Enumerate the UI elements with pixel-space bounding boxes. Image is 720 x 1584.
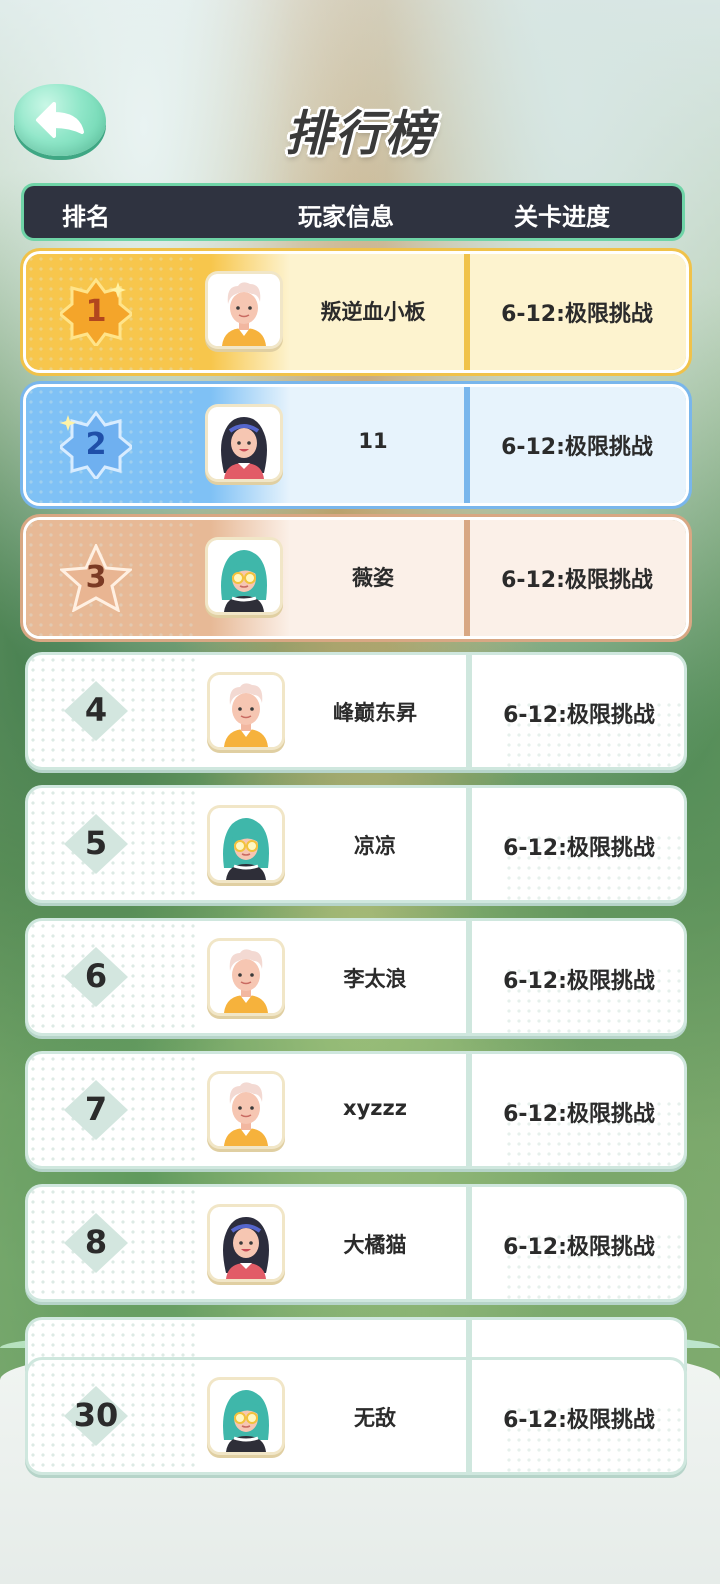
level-progress: 6-12:极限挑战 xyxy=(503,1102,655,1127)
row-separator xyxy=(464,387,470,503)
header-progress: 关卡进度 xyxy=(514,203,610,231)
player-name: 11 xyxy=(358,429,388,453)
level-progress: 6-12:极限挑战 xyxy=(503,1408,655,1433)
row-separator xyxy=(464,520,470,636)
header-rank: 排名 xyxy=(62,203,110,231)
player-name: 叛逆血小板 xyxy=(320,300,426,324)
rank-number: 3 xyxy=(85,560,107,595)
rank-number: 6 xyxy=(84,957,108,995)
avatar-white-hair-boy-icon xyxy=(208,274,280,346)
avatar-white-hair-boy-icon xyxy=(210,1074,282,1146)
level-progress: 6-12:极限挑战 xyxy=(503,1235,655,1260)
player-name: 大橘猫 xyxy=(343,1233,407,1257)
avatar-dark-hair-girl-icon xyxy=(210,1207,282,1279)
my-rank-row[interactable]: 30 无敌 6-12:极限挑战 xyxy=(28,1360,684,1472)
leaderboard-row[interactable]: 2 11 6-12:极限挑战 xyxy=(26,387,686,503)
rank-number: 7 xyxy=(84,1090,108,1128)
rank-number: 30 xyxy=(73,1396,119,1434)
row-separator xyxy=(466,655,472,767)
page-title: 排行榜 xyxy=(284,106,435,162)
avatar-dark-hair-girl-icon xyxy=(208,407,280,479)
player-name: 无敌 xyxy=(354,1406,396,1430)
level-progress: 6-12:极限挑战 xyxy=(503,969,655,994)
row-separator xyxy=(466,788,472,900)
leaderboard-row[interactable]: 5 凉凉 6-12:极限挑战 xyxy=(28,788,684,900)
leaderboard-row[interactable]: 7 xyzzz 6-12:极限挑战 xyxy=(28,1054,684,1166)
player-name: xyzzz xyxy=(343,1096,407,1120)
level-progress: 6-12:极限挑战 xyxy=(503,703,655,728)
level-progress: 6-12:极限挑战 xyxy=(501,302,653,327)
row-separator xyxy=(466,1360,472,1472)
leaderboard-row[interactable]: 3 薇姿 6-12:极限挑战 xyxy=(26,520,686,636)
rank-number: 8 xyxy=(84,1223,108,1261)
level-progress: 6-12:极限挑战 xyxy=(501,435,653,460)
avatar-white-hair-boy-icon xyxy=(210,941,282,1013)
header-player: 玩家信息 xyxy=(298,203,394,231)
avatar-teal-hair-glasses-icon xyxy=(210,808,282,880)
leaderboard-header: 排名 玩家信息 关卡进度 xyxy=(24,186,682,238)
player-name: 薇姿 xyxy=(352,566,394,590)
leaderboard-row[interactable]: 1 叛逆血小板 6-12:极限挑战 xyxy=(26,254,686,370)
level-progress: 6-12:极限挑战 xyxy=(501,568,653,593)
leaderboard-row[interactable]: 8 大橘猫 6-12:极限挑战 xyxy=(28,1187,684,1299)
leaderboard-row[interactable]: 4 峰巅东昇 6-12:极限挑战 xyxy=(28,655,684,767)
avatar-white-hair-boy-icon xyxy=(210,675,282,747)
row-separator xyxy=(466,921,472,1033)
row-separator xyxy=(466,1187,472,1299)
row-separator xyxy=(464,254,470,370)
level-progress: 6-12:极限挑战 xyxy=(503,836,655,861)
row-separator xyxy=(466,1054,472,1166)
rank-number: 4 xyxy=(84,691,108,729)
rank-number: 5 xyxy=(84,824,108,862)
leaderboard-row[interactable]: 6 李太浪 6-12:极限挑战 xyxy=(28,921,684,1033)
avatar-teal-hair-glasses-icon xyxy=(208,540,280,612)
player-name: 李太浪 xyxy=(343,967,407,991)
rank-number: 2 xyxy=(85,427,107,462)
player-name: 峰巅东昇 xyxy=(333,701,417,725)
rank-number: 1 xyxy=(85,294,107,329)
avatar-teal-hair-glasses-icon xyxy=(210,1380,282,1452)
player-name: 凉凉 xyxy=(354,834,396,858)
